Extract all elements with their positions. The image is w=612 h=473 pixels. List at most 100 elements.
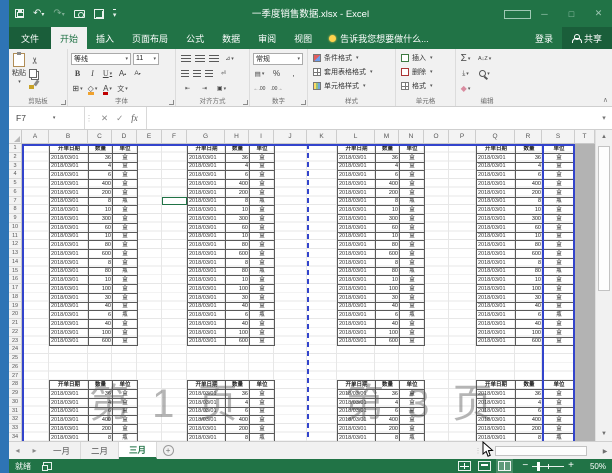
column-header-G[interactable]: G [187,130,225,143]
cell-date[interactable]: 2018/03/01 [338,293,376,302]
font-size-combo[interactable]: 11▾ [133,53,159,65]
cell-unit[interactable]: 盒 [113,180,138,189]
cell-qty[interactable]: 10 [89,206,113,215]
cell-qty[interactable]: 6 [89,311,113,320]
cell-unit[interactable]: 盒 [543,206,576,215]
cell-qty[interactable]: 300 [376,215,400,224]
cell-date[interactable]: 2018/03/01 [338,232,376,241]
data-table-B1[interactable]: 开单日期数量单位2018/03/0136盒2018/03/014盒2018/03… [49,144,138,346]
cell-unit[interactable]: 盒 [250,276,275,285]
horizontal-scroll-thumb[interactable] [495,446,587,456]
cell-unit[interactable]: 盒 [250,206,275,215]
cell-qty[interactable]: 60 [226,223,250,232]
new-sheet-button[interactable]: + [157,442,179,459]
cell-unit[interactable]: 盒 [113,162,138,171]
zoom-slider[interactable] [532,466,564,467]
cell-date[interactable]: 2018/03/01 [477,188,516,197]
cell-unit[interactable]: 瓶 [250,267,275,276]
cell-unit[interactable]: 盒 [113,320,138,329]
autosum-icon[interactable]: Σ▾ [459,52,472,65]
cell-unit[interactable]: 盒 [113,425,138,434]
cell-date[interactable]: 2018/03/01 [50,241,89,250]
cell-qty[interactable]: 100 [516,328,543,337]
format-painter-icon[interactable] [29,80,38,89]
cell-date[interactable]: 2018/03/01 [188,276,226,285]
cell-unit[interactable]: 盒 [543,241,576,250]
copy-icon[interactable] [29,69,37,78]
cell-unit[interactable]: 盒 [400,398,425,407]
row-header-7[interactable]: 7 [9,197,21,206]
cell-qty[interactable]: 200 [376,425,400,434]
cell-date[interactable]: 2018/03/01 [50,302,89,311]
cell-qty[interactable]: 40 [516,302,543,311]
cell-unit[interactable]: 盒 [543,416,576,425]
cell-unit[interactable]: 盒 [543,328,576,337]
row-header-16[interactable]: 16 [9,275,21,284]
cell-qty[interactable]: 10 [376,232,400,241]
active-cell-selection[interactable] [162,197,187,206]
cell-unit[interactable]: 盒 [400,285,425,294]
cell-date[interactable]: 2018/03/01 [50,232,89,241]
cell-qty[interactable]: 8 [226,258,250,267]
cell-qty[interactable]: 8 [226,197,250,206]
cell-unit[interactable]: 盒 [113,206,138,215]
cell-date[interactable]: 2018/03/01 [50,433,89,441]
cell-unit[interactable]: 盒 [400,302,425,311]
cell-date[interactable]: 2018/03/01 [188,241,226,250]
cell-qty[interactable]: 30 [89,293,113,302]
cell-unit[interactable]: 盒 [543,407,576,416]
row-header-17[interactable]: 17 [9,284,21,293]
align-right-icon[interactable] [205,70,213,78]
cell-qty[interactable]: 40 [376,320,400,329]
cell-qty[interactable]: 200 [226,425,250,434]
cell-unit[interactable]: 盒 [250,320,275,329]
row-header-34[interactable]: 34 [9,433,21,441]
cell-qty[interactable]: 40 [226,302,250,311]
cell-qty[interactable]: 6 [89,171,113,180]
tab-file[interactable]: 文件 [9,27,51,49]
cell-date[interactable]: 2018/03/01 [50,258,89,267]
align-bottom-icon[interactable] [209,55,219,63]
align-center-icon[interactable] [193,70,201,78]
cell-date[interactable]: 2018/03/01 [477,153,516,162]
macro-record-icon[interactable] [43,462,52,470]
cell-qty[interactable]: 400 [226,180,250,189]
cell-unit[interactable]: 盒 [400,223,425,232]
cell-unit[interactable]: 瓶 [543,433,576,441]
cell-qty[interactable]: 6 [226,311,250,320]
cell-unit[interactable]: 盒 [400,153,425,162]
tab-page-layout[interactable]: 页面布局 [123,27,177,49]
column-header-D[interactable]: D [112,130,137,143]
align-middle-icon[interactable] [195,55,205,63]
grow-font-button[interactable]: A▴ [116,67,129,80]
cell-unit[interactable]: 盒 [400,241,425,250]
column-header-J[interactable]: J [274,130,307,143]
row-header-8[interactable]: 8 [9,205,21,214]
cell-qty[interactable]: 600 [376,337,400,346]
cell-qty[interactable]: 100 [226,328,250,337]
sheet-tab-february[interactable]: 二月 [81,442,119,459]
cell-date[interactable]: 2018/03/01 [50,320,89,329]
tab-formulas[interactable]: 公式 [177,27,213,49]
cut-icon[interactable]: ✂ [29,54,42,67]
cell-date[interactable]: 2018/03/01 [338,180,376,189]
cell-qty[interactable]: 6 [376,311,400,320]
cell-unit[interactable]: 盒 [250,407,275,416]
row-header-18[interactable]: 18 [9,293,21,302]
font-color-button[interactable]: A▾ [101,82,114,95]
cell-date[interactable]: 2018/03/01 [338,215,376,224]
borders-button[interactable]: ⊞▾ [71,82,84,95]
cell-qty[interactable]: 200 [516,188,543,197]
data-table-L1[interactable]: 开单日期数量单位2018/03/0136盒2018/03/014盒2018/03… [337,144,425,346]
cell-date[interactable]: 2018/03/01 [338,153,376,162]
normal-view-icon[interactable] [458,461,471,471]
row-header-6[interactable]: 6 [9,188,21,197]
cell-qty[interactable]: 600 [376,250,400,259]
cell-qty[interactable]: 40 [89,302,113,311]
cell-unit[interactable]: 瓶 [250,311,275,320]
cell-date[interactable]: 2018/03/01 [477,276,516,285]
cell-date[interactable]: 2018/03/01 [338,206,376,215]
cell-date[interactable]: 2018/03/01 [188,153,226,162]
cell-unit[interactable]: 盒 [400,171,425,180]
cell-date[interactable]: 2018/03/01 [50,162,89,171]
